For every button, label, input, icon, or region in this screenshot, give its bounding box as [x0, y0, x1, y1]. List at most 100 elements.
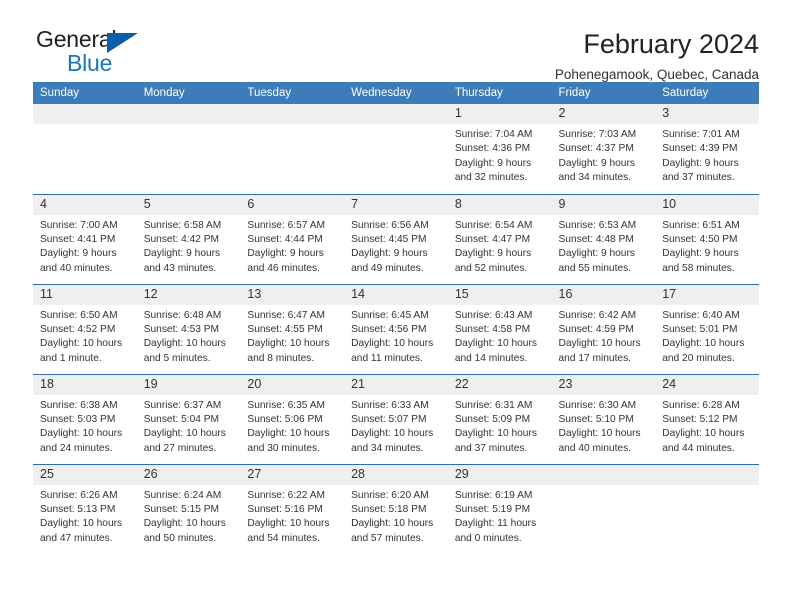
day-cell-inner: 5 Sunrise: 6:58 AM Sunset: 4:42 PM Daylight…: [136, 194, 241, 284]
calendar-day-cell[interactable]: 1 Sunrise: 7:04 AM Sunset: 4:36 PM Daylight…: [447, 104, 552, 194]
calendar-day-cell[interactable]: 19 Sunrise: 6:37 AM Sunset: 5:04 PM Dayligh…: [136, 373, 241, 464]
sunrise-text: Sunrise: 6:26 AM: [40, 489, 118, 501]
day-details: Sunrise: 6:48 AM Sunset: 4:53 PM Daylight:…: [137, 305, 241, 367]
day-details: Sunrise: 7:01 AM Sunset: 4:39 PM Daylight:…: [655, 124, 759, 186]
day-number: 11: [33, 284, 137, 305]
calendar-day-cell[interactable]: 8 Sunrise: 6:54 AM Sunset: 4:47 PM Daylight…: [447, 193, 552, 284]
day-details: Sunrise: 6:47 AM Sunset: 4:55 PM Daylight:…: [240, 305, 344, 367]
sunset-text: Sunset: 4:47 PM: [454, 233, 531, 245]
calendar-day-cell[interactable]: 26 Sunrise: 6:24 AM Sunset: 5:15 PM Dayligh…: [136, 463, 241, 554]
calendar-day-cell[interactable]: 25 Sunrise: 6:26 AM Sunset: 5:13 PM Dayligh…: [33, 463, 137, 554]
daylight-text-line2: and 34 minutes.: [351, 442, 424, 454]
sunset-text: Sunset: 4:52 PM: [40, 323, 116, 335]
day-cell-inner: 24 Sunrise: 6:28 AM Sunset: 5:12 PM Dayligh…: [655, 374, 759, 464]
page-header: General Blue February 2024 Pohenegamook,…: [33, 0, 759, 83]
day-number: 5: [136, 194, 241, 215]
day-details: [655, 485, 759, 489]
day-cell-inner: 11 Sunrise: 6:50 AM Sunset: 4:52 PM Dayligh…: [33, 284, 137, 374]
calendar-day-cell[interactable]: 29 Sunrise: 6:19 AM Sunset: 5:19 PM Dayligh…: [447, 463, 552, 554]
daylight-text-line2: and 46 minutes.: [247, 262, 320, 274]
calendar-day-cell-empty: [33, 104, 137, 194]
day-details: Sunrise: 6:19 AM Sunset: 5:19 PM Daylight:…: [448, 485, 552, 547]
calendar-day-cell[interactable]: 18 Sunrise: 6:38 AM Sunset: 5:03 PM Dayligh…: [33, 373, 137, 464]
calendar-day-cell[interactable]: 9 Sunrise: 6:53 AM Sunset: 4:48 PM Daylight…: [551, 193, 656, 284]
calendar-day-cell[interactable]: 5 Sunrise: 6:58 AM Sunset: 4:42 PM Daylight…: [136, 193, 241, 284]
sunrise-text: Sunrise: 6:33 AM: [351, 399, 429, 411]
day-cell-inner: 19 Sunrise: 6:37 AM Sunset: 5:04 PM Dayligh…: [136, 374, 241, 464]
calendar-day-cell-empty: [344, 104, 448, 194]
calendar-day-cell[interactable]: 27 Sunrise: 6:22 AM Sunset: 5:16 PM Dayligh…: [240, 463, 345, 554]
sunset-text: Sunset: 5:09 PM: [454, 413, 531, 425]
sunrise-text: Sunrise: 6:56 AM: [351, 219, 429, 231]
day-number: 12: [136, 284, 241, 305]
calendar-day-cell[interactable]: 6 Sunrise: 6:57 AM Sunset: 4:44 PM Daylight…: [240, 193, 345, 284]
daylight-text-line1: Daylight: 10 hours: [247, 338, 330, 350]
page-subtitle: Pohenegamook, Quebec, Canada: [554, 67, 759, 83]
calendar-day-cell[interactable]: 20 Sunrise: 6:35 AM Sunset: 5:06 PM Dayligh…: [240, 373, 345, 464]
sunset-text: Sunset: 5:16 PM: [247, 503, 323, 515]
sunrise-text: Sunrise: 6:42 AM: [558, 309, 637, 321]
day-cell-inner: 9 Sunrise: 6:53 AM Sunset: 4:48 PM Daylight…: [551, 194, 656, 284]
calendar-day-cell[interactable]: 7 Sunrise: 6:56 AM Sunset: 4:45 PM Daylight…: [344, 193, 448, 284]
calendar-day-cell[interactable]: 17 Sunrise: 6:40 AM Sunset: 5:01 PM Dayligh…: [655, 283, 759, 374]
day-details: Sunrise: 7:03 AM Sunset: 4:37 PM Daylight:…: [552, 124, 656, 186]
calendar-day-cell[interactable]: 15 Sunrise: 6:43 AM Sunset: 4:58 PM Dayligh…: [447, 283, 552, 374]
daylight-text-line1: Daylight: 11 hours: [454, 518, 537, 530]
daylight-text-line2: and 47 minutes.: [40, 532, 113, 544]
daylight-text-line1: Daylight: 10 hours: [143, 518, 226, 530]
sunrise-text: Sunrise: 6:57 AM: [247, 219, 325, 231]
calendar-day-cell[interactable]: 10 Sunrise: 6:51 AM Sunset: 4:50 PM Dayligh…: [655, 193, 759, 284]
calendar-day-cell[interactable]: 16 Sunrise: 6:42 AM Sunset: 4:59 PM Dayligh…: [551, 283, 656, 374]
brand-logo[interactable]: General Blue: [33, 28, 166, 82]
sunrise-text: Sunrise: 6:35 AM: [247, 399, 325, 411]
title-block: February 2024 Pohenegamook, Quebec, Cana…: [555, 28, 759, 83]
day-number: 21: [344, 374, 448, 395]
sunset-text: Sunset: 4:39 PM: [662, 143, 738, 155]
calendar-day-cell[interactable]: 24 Sunrise: 6:28 AM Sunset: 5:12 PM Dayligh…: [655, 373, 759, 464]
calendar-day-cell[interactable]: 13 Sunrise: 6:47 AM Sunset: 4:55 PM Dayligh…: [240, 283, 345, 374]
day-number: [655, 464, 759, 485]
day-cell-inner: 15 Sunrise: 6:43 AM Sunset: 4:58 PM Dayligh…: [447, 284, 552, 374]
daylight-text-line1: Daylight: 10 hours: [143, 428, 226, 440]
daylight-text-line1: Daylight: 10 hours: [558, 338, 641, 350]
sunrise-text: Sunrise: 6:54 AM: [454, 219, 533, 231]
day-cell-inner: 4 Sunrise: 7:00 AM Sunset: 4:41 PM Daylight…: [33, 194, 137, 284]
day-cell-inner: 13 Sunrise: 6:47 AM Sunset: 4:55 PM Dayligh…: [240, 284, 345, 374]
day-cell-inner: 17 Sunrise: 6:40 AM Sunset: 5:01 PM Dayligh…: [655, 284, 759, 374]
sunset-text: Sunset: 4:50 PM: [662, 233, 738, 245]
day-details: Sunrise: 6:42 AM Sunset: 4:59 PM Daylight:…: [552, 305, 656, 367]
day-number: 2: [551, 104, 656, 124]
day-number: 28: [344, 464, 448, 485]
sunset-text: Sunset: 5:03 PM: [40, 413, 116, 425]
calendar-day-cell[interactable]: 23 Sunrise: 6:30 AM Sunset: 5:10 PM Dayligh…: [551, 373, 656, 464]
day-number: 6: [240, 194, 345, 215]
daylight-text-line2: and 57 minutes.: [351, 532, 424, 544]
calendar-day-cell[interactable]: 14 Sunrise: 6:45 AM Sunset: 4:56 PM Dayligh…: [344, 283, 448, 374]
calendar-day-cell[interactable]: 21 Sunrise: 6:33 AM Sunset: 5:07 PM Dayligh…: [344, 373, 448, 464]
daylight-text-line2: and 20 minutes.: [662, 352, 735, 364]
sunset-text: Sunset: 5:06 PM: [247, 413, 323, 425]
calendar-day-cell[interactable]: 4 Sunrise: 7:00 AM Sunset: 4:41 PM Daylight…: [33, 193, 137, 284]
day-details: Sunrise: 6:54 AM Sunset: 4:47 PM Daylight:…: [448, 215, 552, 277]
daylight-text-line2: and 40 minutes.: [40, 262, 113, 274]
day-cell-inner: 22 Sunrise: 6:31 AM Sunset: 5:09 PM Dayligh…: [447, 374, 552, 464]
triangle-icon: [107, 33, 138, 53]
daylight-text-line2: and 55 minutes.: [558, 262, 632, 274]
calendar-day-cell[interactable]: 22 Sunrise: 6:31 AM Sunset: 5:09 PM Dayligh…: [447, 373, 552, 464]
calendar-day-cell[interactable]: 28 Sunrise: 6:20 AM Sunset: 5:18 PM Dayligh…: [344, 463, 448, 555]
sunset-text: Sunset: 4:48 PM: [558, 233, 634, 245]
day-cell-inner: 28 Sunrise: 6:20 AM Sunset: 5:18 PM Dayligh…: [344, 464, 448, 555]
daylight-text-line1: Daylight: 9 hours: [143, 248, 221, 260]
sunrise-text: Sunrise: 6:47 AM: [247, 309, 325, 321]
calendar-day-cell[interactable]: 12 Sunrise: 6:48 AM Sunset: 4:53 PM Dayligh…: [136, 283, 241, 374]
calendar-day-cell[interactable]: 3 Sunrise: 7:01 AM Sunset: 4:39 PM Daylight…: [655, 104, 759, 194]
sunrise-text: Sunrise: 6:22 AM: [247, 489, 325, 501]
calendar-day-cell[interactable]: 2 Sunrise: 7:03 AM Sunset: 4:37 PM Daylight…: [551, 104, 656, 194]
calendar-day-cell[interactable]: 11 Sunrise: 6:50 AM Sunset: 4:52 PM Dayligh…: [33, 283, 137, 374]
weekday-header-saturday: Saturday: [655, 82, 759, 104]
daylight-text-line2: and 49 minutes.: [351, 262, 424, 274]
daylight-text-line2: and 34 minutes.: [558, 172, 632, 184]
day-details: Sunrise: 6:31 AM Sunset: 5:09 PM Daylight:…: [448, 395, 552, 457]
day-number: 19: [136, 374, 241, 395]
day-cell-inner: [344, 104, 448, 194]
